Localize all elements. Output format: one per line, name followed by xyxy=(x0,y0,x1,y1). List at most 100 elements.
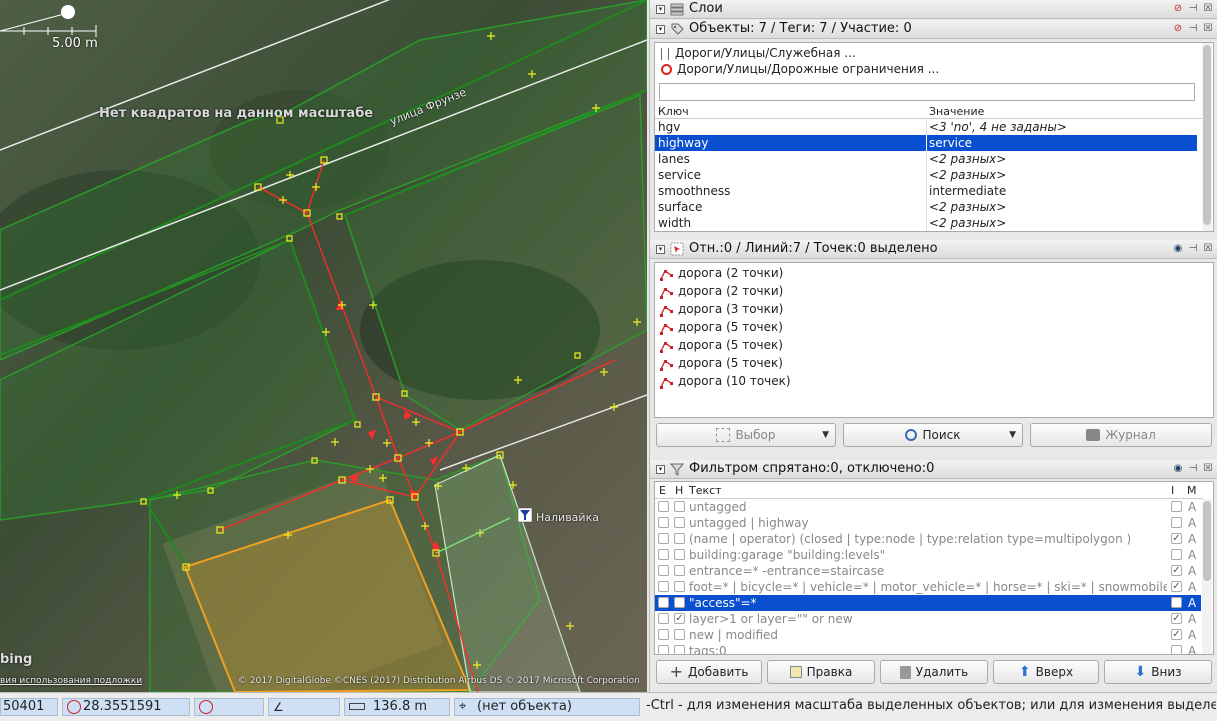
filter-row[interactable]: tags:0 A xyxy=(655,643,1201,654)
filter-mode[interactable]: A xyxy=(1188,563,1196,579)
filter-mode[interactable]: A xyxy=(1188,515,1196,531)
filter-enable-checkbox[interactable] xyxy=(658,581,669,592)
layers-panel-title[interactable]: ▾ Слои ⊘ ⊣ ☒ xyxy=(650,0,1217,19)
tag-row[interactable]: highway service xyxy=(655,135,1197,151)
filter-inverted-checkbox[interactable]: ✓ xyxy=(1171,565,1182,576)
filter-hide-checkbox[interactable] xyxy=(674,645,685,654)
map-canvas[interactable] xyxy=(0,0,647,692)
poi-marker-icon[interactable] xyxy=(517,507,533,523)
select-button[interactable]: Выбор ▼ xyxy=(656,423,836,447)
move-down-button[interactable]: ⬇ Вниз xyxy=(1104,660,1212,684)
filter-panel-title[interactable]: ▾ Фильтром спрятано:0, отключено:0 ◉ ⊣ ☒ xyxy=(650,460,1217,479)
selection-item[interactable]: дорога (10 точек) xyxy=(659,373,1213,389)
selection-item[interactable]: дорога (3 точки) xyxy=(659,301,1213,317)
filter-hide-checkbox[interactable] xyxy=(674,581,685,592)
eye-icon[interactable]: ◉ xyxy=(1172,243,1184,255)
column-header-value[interactable]: Значение xyxy=(929,105,984,118)
column-header-inverted[interactable]: I xyxy=(1171,484,1174,497)
close-icon[interactable]: ☒ xyxy=(1202,3,1214,15)
object-name-field[interactable]: ⌖ (нет объекта) xyxy=(454,698,640,716)
filter-mode[interactable]: A xyxy=(1188,547,1196,563)
delete-filter-button[interactable]: Удалить xyxy=(880,660,988,684)
filter-mode[interactable]: A xyxy=(1188,611,1196,627)
collapse-toggle-icon[interactable]: ▾ xyxy=(656,465,665,474)
filter-hide-checkbox[interactable] xyxy=(674,629,685,640)
hide-panel-icon[interactable]: ⊘ xyxy=(1172,3,1184,15)
column-header-hide[interactable]: H xyxy=(675,484,683,497)
column-header-key[interactable]: Ключ xyxy=(658,105,689,118)
close-icon[interactable]: ☒ xyxy=(1202,463,1214,475)
dropdown-arrow-icon[interactable]: ▼ xyxy=(1009,430,1016,440)
filter-hide-checkbox[interactable] xyxy=(674,597,685,608)
filter-inverted-checkbox[interactable] xyxy=(1171,517,1182,528)
filter-hide-checkbox[interactable]: ✓ xyxy=(674,613,685,624)
filter-mode[interactable]: A xyxy=(1188,595,1196,611)
filter-enable-checkbox[interactable] xyxy=(658,565,669,576)
filter-enable-checkbox[interactable] xyxy=(658,533,669,544)
collapse-toggle-icon[interactable]: ▾ xyxy=(656,25,665,34)
column-header-text[interactable]: Текст xyxy=(689,484,722,497)
longitude-field[interactable]: 28.3551591 xyxy=(62,698,190,716)
filter-inverted-checkbox[interactable]: ✓ xyxy=(1171,533,1182,544)
dropdown-arrow-icon[interactable]: ▼ xyxy=(822,430,829,440)
collapse-toggle-icon[interactable]: ▾ xyxy=(656,245,665,254)
filter-enable-checkbox[interactable] xyxy=(658,549,669,560)
filter-enable-checkbox[interactable] xyxy=(658,645,669,654)
filter-mode[interactable]: A xyxy=(1188,499,1196,515)
tag-row[interactable]: lanes <2 разных> xyxy=(655,151,1197,167)
edit-filter-button[interactable]: Правка xyxy=(767,660,875,684)
tag-row[interactable]: smoothness intermediate xyxy=(655,183,1197,199)
search-button[interactable]: Поиск ▼ xyxy=(843,423,1023,447)
filter-enable-checkbox[interactable] xyxy=(658,597,669,608)
tags-panel-title[interactable]: ▾ Объекты: 7 / Теги: 7 / Участие: 0 ⊘ ⊣ … xyxy=(650,20,1217,39)
column-header-mode[interactable]: M xyxy=(1187,484,1197,497)
filter-mode[interactable]: A xyxy=(1188,627,1196,643)
filter-inverted-checkbox[interactable] xyxy=(1171,549,1182,560)
filter-row[interactable]: ✓ layer>1 or layer="" or new ✓ A xyxy=(655,611,1201,627)
eye-icon[interactable]: ◉ xyxy=(1172,463,1184,475)
filter-mode[interactable]: A xyxy=(1188,579,1196,595)
filter-row[interactable]: new | modified ✓ A xyxy=(655,627,1201,643)
filter-hide-checkbox[interactable] xyxy=(674,501,685,512)
pin-icon[interactable]: ⊣ xyxy=(1187,23,1199,35)
filter-hide-checkbox[interactable] xyxy=(674,549,685,560)
tag-search-input[interactable] xyxy=(659,83,1195,101)
filter-hide-checkbox[interactable] xyxy=(674,565,685,576)
filter-inverted-checkbox[interactable] xyxy=(1171,501,1182,512)
filter-row[interactable]: untagged | highway A xyxy=(655,515,1201,531)
angle-field[interactable]: ∠ xyxy=(268,698,340,716)
filter-row[interactable]: building:garage "building:levels" A xyxy=(655,547,1201,563)
hide-panel-icon[interactable]: ⊘ xyxy=(1172,23,1184,35)
preset-item[interactable]: Дороги/Улицы/Дорожные ограничения ... xyxy=(661,61,1213,77)
history-button[interactable]: Журнал xyxy=(1030,423,1212,447)
move-up-button[interactable]: ⬆ Вверх xyxy=(993,660,1099,684)
zoom-slider-handle[interactable] xyxy=(61,5,75,19)
add-filter-button[interactable]: + Добавить xyxy=(656,660,762,684)
heading-field[interactable] xyxy=(194,698,264,716)
filter-enable-checkbox[interactable] xyxy=(658,629,669,640)
imagery-terms-link[interactable]: вия использования подложки xyxy=(0,676,142,686)
filter-enable-checkbox[interactable] xyxy=(658,501,669,512)
filter-inverted-checkbox[interactable]: ✓ xyxy=(1171,581,1182,592)
preset-item[interactable]: Дороги/Улицы/Служебная ... xyxy=(661,45,1213,61)
tags-scrollbar[interactable] xyxy=(1202,43,1212,231)
filter-inverted-checkbox[interactable] xyxy=(1171,597,1182,608)
filter-inverted-checkbox[interactable]: ✓ xyxy=(1171,613,1182,624)
filter-row[interactable]: (name | operator) (closed | type:node | … xyxy=(655,531,1201,547)
filter-row[interactable]: "access"=* A xyxy=(655,595,1201,611)
filter-scrollbar[interactable] xyxy=(1202,499,1212,654)
selection-item[interactable]: дорога (2 точки) xyxy=(659,283,1213,299)
pin-icon[interactable]: ⊣ xyxy=(1187,3,1199,15)
tag-row[interactable]: hgv <3 'no', 4 не заданы> xyxy=(655,119,1197,135)
pin-icon[interactable]: ⊣ xyxy=(1187,463,1199,475)
filter-hide-checkbox[interactable] xyxy=(674,517,685,528)
filter-mode[interactable]: A xyxy=(1188,643,1196,654)
collapse-toggle-icon[interactable]: ▾ xyxy=(656,5,665,14)
distance-field[interactable]: 136.8 m xyxy=(344,698,450,716)
filter-mode[interactable]: A xyxy=(1188,531,1196,547)
filter-hide-checkbox[interactable] xyxy=(674,533,685,544)
tag-row[interactable]: surface <2 разных> xyxy=(655,199,1197,215)
tag-row[interactable]: width <2 разных> xyxy=(655,215,1197,231)
close-icon[interactable]: ☒ xyxy=(1202,243,1214,255)
tag-row[interactable]: service <2 разных> xyxy=(655,167,1197,183)
